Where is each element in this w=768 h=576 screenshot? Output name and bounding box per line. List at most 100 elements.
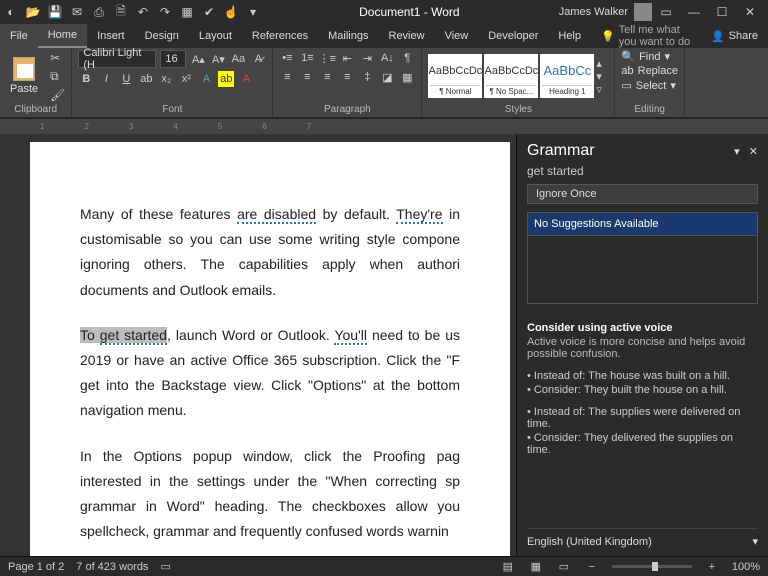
word-count[interactable]: 7 of 423 words [76,561,148,573]
align-right-icon[interactable]: ≡ [319,69,335,85]
tab-insert[interactable]: Insert [87,24,135,48]
mail-icon[interactable]: ✉ [70,5,84,19]
group-styles: AaBbCcDc¶ Normal AaBbCcDc¶ No Spac... Aa… [422,48,615,117]
replace-button[interactable]: ab Replace [621,65,678,77]
tab-design[interactable]: Design [135,24,189,48]
save-icon[interactable]: 💾 [48,5,62,19]
align-center-icon[interactable]: ≡ [299,69,315,85]
copy-icon[interactable]: ⧉ [50,69,65,84]
underline-icon[interactable]: U [118,71,134,87]
outdent-icon[interactable]: ⇤ [339,50,355,66]
tab-developer[interactable]: Developer [478,24,548,48]
font-name-select[interactable]: Calibri Light (H [78,50,156,68]
paragraph-1[interactable]: Many of these features are disabled by d… [80,202,460,303]
tell-me-label: Tell me what you want to do [619,24,691,48]
maximize-icon[interactable]: ☐ [708,5,736,19]
zoom-out-icon[interactable]: − [584,561,600,573]
grammar-flag[interactable]: You'll [334,327,367,345]
language-select[interactable]: English (United Kingdom)▾ [527,528,758,548]
zoom-in-icon[interactable]: + [704,561,720,573]
find-button[interactable]: 🔍 Find ▾ [621,50,670,63]
tab-references[interactable]: References [242,24,318,48]
paste-button[interactable]: Paste [6,55,42,97]
style-normal[interactable]: AaBbCcDc¶ Normal [428,54,482,98]
style-nospacing[interactable]: AaBbCcDc¶ No Spac... [484,54,538,98]
ignore-once-button[interactable]: Ignore Once [527,184,758,204]
suggestion-list [527,236,758,304]
font-size-select[interactable]: 16 [160,50,186,68]
styles-gallery-more[interactable]: ▴▾▿ [596,57,608,96]
paragraph-3[interactable]: In the Options popup window, click the P… [80,444,460,545]
justify-icon[interactable]: ≡ [339,69,355,85]
table-icon[interactable]: ▦ [180,5,194,19]
autosave-icon[interactable]: ◐ [4,5,18,19]
qat-more-icon[interactable]: ▾ [246,5,260,19]
zoom-slider[interactable] [612,565,692,568]
tab-file[interactable]: File [0,24,38,48]
share-button[interactable]: 👤 Share [701,30,768,43]
font-color-icon[interactable]: A [238,71,254,87]
ruler[interactable]: 1234567 [0,118,768,134]
minimize-icon[interactable]: — [680,5,708,19]
show-marks-icon[interactable]: ¶ [399,50,415,66]
change-case-icon[interactable]: Aa [230,51,246,67]
shading-icon[interactable]: ◪ [379,69,395,85]
highlight-icon[interactable]: ab [218,71,234,87]
grow-font-icon[interactable]: A▴ [190,51,206,67]
ribbon-display-icon[interactable]: ▭ [652,5,680,19]
pane-close-icon[interactable]: ✕ [749,146,758,158]
tab-view[interactable]: View [435,24,479,48]
tab-home[interactable]: Home [38,24,87,48]
italic-icon[interactable]: I [98,71,114,87]
user-area[interactable]: James Walker [559,3,652,21]
style-heading1[interactable]: AaBbCcHeading 1 [540,54,594,98]
numbering-icon[interactable]: 1≡ [299,50,315,66]
text-effects-icon[interactable]: A [198,71,214,87]
multilevel-icon[interactable]: ⋮≡ [319,50,335,66]
format-painter-icon[interactable]: 🖌 [50,88,65,102]
redo-icon[interactable]: ↷ [158,5,172,19]
zoom-level[interactable]: 100% [732,561,760,573]
bold-icon[interactable]: B [78,71,94,87]
borders-icon[interactable]: ▦ [399,69,415,85]
superscript-icon[interactable]: x² [178,71,194,87]
tab-review[interactable]: Review [379,24,435,48]
tab-mailings[interactable]: Mailings [318,24,378,48]
selected-text[interactable]: To get started [80,327,167,343]
sort-icon[interactable]: A↓ [379,50,395,66]
web-layout-icon[interactable]: ▭ [556,560,572,573]
shrink-font-icon[interactable]: A▾ [210,51,226,67]
tab-help[interactable]: Help [548,24,591,48]
spell-icon[interactable]: ✔ [202,5,216,19]
spellcheck-status-icon[interactable]: ▭ [160,560,170,573]
tab-layout[interactable]: Layout [189,24,242,48]
pane-menu-icon[interactable]: ▾ [734,146,740,158]
indent-icon[interactable]: ⇥ [359,50,375,66]
subscript-icon[interactable]: x₂ [158,71,174,87]
document-area[interactable]: Many of these features are disabled by d… [0,134,516,556]
avatar[interactable] [634,3,652,21]
page[interactable]: Many of these features are disabled by d… [30,142,510,556]
line-spacing-icon[interactable]: ‡ [359,69,375,85]
print-layout-icon[interactable]: ▦ [528,560,544,573]
close-icon[interactable]: ✕ [736,5,764,19]
grammar-flag[interactable]: are disabled [237,206,316,224]
advice-example: • Instead of: The house was built on a h… [527,370,758,382]
print-icon[interactable]: ⎙ [92,5,106,19]
undo-icon[interactable]: ↶ [136,5,150,19]
page-status[interactable]: Page 1 of 2 [8,561,64,573]
touch-icon[interactable]: ☝ [224,5,238,19]
clear-format-icon[interactable]: A̷ [250,51,266,67]
select-button[interactable]: ▭ Select ▾ [621,79,676,92]
tell-me[interactable]: 💡 Tell me what you want to do [591,24,701,48]
cut-icon[interactable]: ✂ [50,51,65,65]
paragraph-2[interactable]: To get started, launch Word or Outlook. … [80,323,460,424]
strike-icon[interactable]: ab [138,71,154,87]
grammar-flag[interactable]: They're [396,206,442,224]
read-mode-icon[interactable]: ▤ [500,560,516,573]
open-icon[interactable]: 📂 [26,5,40,19]
align-left-icon[interactable]: ≡ [279,69,295,85]
bullets-icon[interactable]: •≡ [279,50,295,66]
preview-icon[interactable]: 🗎 [114,5,128,19]
suggestion-item[interactable]: No Suggestions Available [527,212,758,236]
